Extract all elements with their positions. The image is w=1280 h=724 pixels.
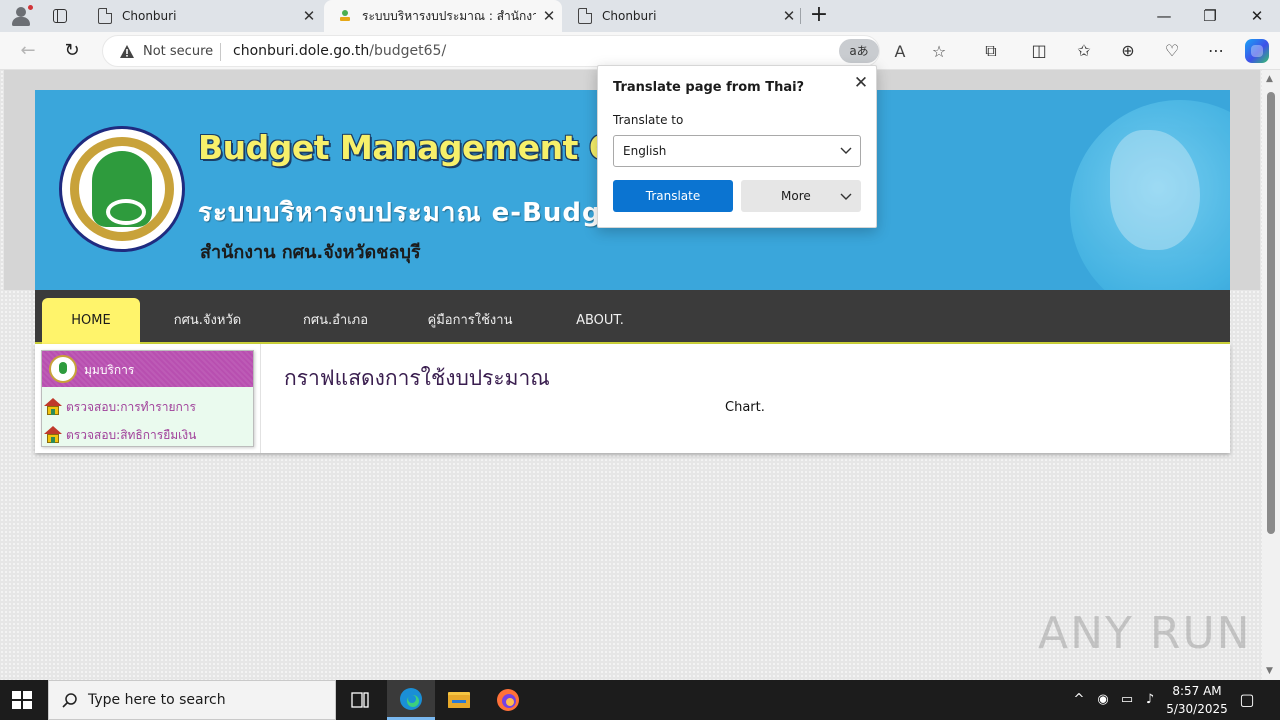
sidebar-link-label: ตรวจสอบ:การทำรายการ [66, 399, 196, 414]
sidebar-link-check-borrow-rights[interactable]: ตรวจสอบ:สิทธิการยืมเงิน [44, 423, 196, 447]
read-aloud-icon[interactable]: A [889, 41, 911, 63]
menu-about[interactable]: ABOUT. [565, 290, 635, 344]
task-view-icon[interactable] [336, 680, 384, 720]
back-arrow-icon[interactable]: ← [16, 40, 40, 62]
notifications-icon[interactable]: ▢ [1238, 691, 1256, 709]
browser-tab-3[interactable]: Chonburi ✕ [564, 0, 802, 32]
browser-tab-1[interactable]: Chonburi ✕ [84, 0, 322, 32]
browser-essentials-icon[interactable]: ♡ [1160, 40, 1184, 62]
profile-icon[interactable] [8, 4, 34, 28]
watermark-logo: ANY RUN [1038, 608, 1252, 659]
close-tab-icon[interactable]: ✕ [536, 7, 562, 25]
refresh-icon[interactable]: ↻ [60, 40, 84, 62]
house-icon [44, 398, 62, 416]
tab-title: Chonburi [122, 9, 177, 23]
meet-now-icon[interactable]: ◉ [1094, 691, 1112, 709]
volume-icon[interactable]: ♪ [1141, 691, 1159, 709]
file-explorer-icon[interactable] [435, 680, 483, 720]
warning-icon [120, 45, 134, 58]
extensions-icon[interactable]: ⧉ [979, 40, 1003, 62]
close-tab-icon[interactable]: ✕ [296, 7, 322, 25]
search-icon [62, 693, 77, 708]
chart-placeholder: Chart. [725, 400, 765, 415]
scrollbar-thumb[interactable] [1267, 92, 1275, 534]
site-organization: สำนักงาน กศน.จังหวัดชลบุรี [200, 242, 421, 263]
search-placeholder: Type here to search [88, 692, 226, 708]
edge-taskbar-icon[interactable] [387, 680, 435, 720]
collections-icon[interactable]: ⊕ [1116, 40, 1140, 62]
close-icon[interactable]: ✕ [851, 73, 871, 93]
firefox-icon[interactable] [484, 680, 532, 720]
page-icon [98, 8, 112, 24]
sidebar-link-check-transactions[interactable]: ตรวจสอบ:การทำรายการ [44, 395, 196, 419]
content-area: มุมบริการ ตรวจสอบ:การทำรายการ ตรวจสอบ:สิ… [35, 344, 1230, 453]
translate-page-icon[interactable]: аあ [839, 39, 879, 63]
windows-start-icon[interactable] [12, 691, 32, 709]
more-label: More [781, 189, 811, 203]
page-scrollbar[interactable]: ▲ ▼ [1262, 70, 1280, 680]
site-subtitle: ระบบบริหารงบประมาณ e-Budget [198, 198, 634, 228]
restore-button[interactable]: ❐ [1187, 0, 1233, 32]
security-status[interactable]: Not secure [143, 44, 213, 59]
more-menu-icon[interactable]: ⋯ [1204, 40, 1228, 62]
language-select[interactable]: English [613, 135, 861, 167]
menu-manual[interactable]: คู่มือการใช้งาน [420, 290, 520, 344]
chevron-down-icon [840, 193, 852, 200]
browser-tab-strip: Chonburi ✕ ระบบบริหารงบประมาณ : สำนักงาน… [0, 0, 1280, 32]
menu-district[interactable]: กศน.อำเภอ [293, 290, 378, 344]
selected-language: English [623, 144, 667, 158]
browser-tab-2-active[interactable]: ระบบบริหารงบประมาณ : สำนักงาน กศน. ✕ [324, 0, 562, 32]
page-title: กราฟแสดงการใช้งบประมาณ [284, 366, 550, 390]
main-menu: HOME กศน.จังหวัด กศน.อำเภอ คู่มือการใช้ง… [35, 290, 1230, 344]
menu-province[interactable]: กศน.จังหวัด [165, 290, 250, 344]
taskbar-search[interactable]: Type here to search [48, 680, 336, 720]
sidebar-title: มุมบริการ [84, 363, 135, 377]
popup-title: Translate page from Thai? [613, 80, 805, 95]
show-hidden-icons-icon[interactable]: ^ [1070, 691, 1088, 709]
site-favicon-icon [338, 9, 352, 23]
content-divider [260, 344, 261, 453]
page-icon [578, 8, 592, 24]
minimize-button[interactable]: — [1141, 0, 1187, 32]
tab-title: ระบบบริหารงบประมาณ : สำนักงาน กศน. [362, 8, 536, 23]
tab-separator [800, 8, 801, 24]
translate-to-label: Translate to [613, 113, 684, 127]
clock-time[interactable]: 8:57 AM [1162, 684, 1232, 698]
org-seal-logo [59, 126, 185, 252]
close-tab-icon[interactable]: ✕ [776, 7, 802, 25]
tab-title: Chonburi [602, 9, 657, 23]
service-sidebar: มุมบริการ ตรวจสอบ:การทำรายการ ตรวจสอบ:สิ… [41, 350, 254, 447]
address-bar[interactable]: Not secure chonburi.dole.go.th/budget65/… [102, 35, 946, 67]
house-icon [44, 426, 62, 444]
globe-graphic [1070, 100, 1230, 290]
menu-home[interactable]: HOME [42, 298, 140, 344]
translate-button[interactable]: Translate [613, 180, 733, 212]
address-separator [220, 43, 221, 61]
chevron-down-icon [840, 147, 852, 154]
sidebar-logo-icon [49, 355, 77, 383]
sidebar-header: มุมบริการ [42, 351, 253, 387]
scroll-down-icon[interactable]: ▼ [1266, 666, 1273, 676]
favorites-icon[interactable]: ✩ [1072, 40, 1096, 62]
clock-date[interactable]: 5/30/2025 [1162, 702, 1232, 716]
split-screen-icon[interactable]: ◫ [1027, 40, 1051, 62]
new-tab-button[interactable]: + [808, 3, 830, 29]
network-icon[interactable]: ▭ [1118, 691, 1136, 709]
more-button[interactable]: More [741, 180, 861, 212]
favorite-star-icon[interactable]: ☆ [928, 41, 950, 63]
windows-taskbar: Type here to search ^ ◉ ▭ ♪ 8:57 AM 5/30… [0, 680, 1280, 720]
tab-actions-icon[interactable] [50, 7, 70, 25]
translate-popup: Translate page from Thai? ✕ Translate to… [597, 65, 877, 228]
scroll-up-icon[interactable]: ▲ [1266, 74, 1273, 84]
close-window-button[interactable]: ✕ [1234, 0, 1280, 32]
url-text[interactable]: chonburi.dole.go.th/budget65/ [233, 43, 446, 59]
copilot-icon[interactable] [1245, 39, 1269, 63]
sidebar-link-label: ตรวจสอบ:สิทธิการยืมเงิน [66, 427, 197, 442]
